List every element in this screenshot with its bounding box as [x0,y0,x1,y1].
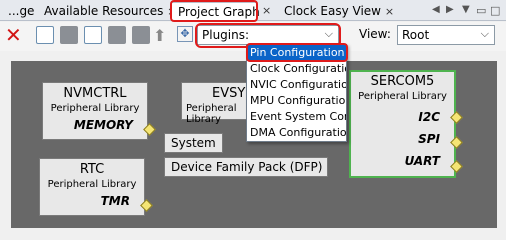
new-component-icon[interactable] [36,26,54,44]
port-label-spi: SPI [418,132,440,146]
dropdown-icon[interactable]: ▼ [462,4,470,15]
close-icon[interactable]: × [262,4,271,17]
highlight-project-graph [170,0,258,22]
port-label-i2c: I2C [418,110,440,124]
port-label: MEMORY [73,118,133,132]
delete-icon[interactable]: ✕ [5,24,22,46]
fit-view-icon[interactable]: ✥ [177,26,193,42]
menu-item-event-system-configuration[interactable]: Event System Configuration [247,109,346,125]
component-subtitle: Peripheral Library [50,103,140,114]
view-select[interactable]: Root ⌵ [397,25,495,45]
tab-overflow[interactable]: ...ge [2,2,40,21]
component-nvmctrl[interactable]: NVMCTRL Peripheral Library MEMORY [42,82,148,140]
menu-item-clock-configuration[interactable]: Clock Configuration [247,61,346,77]
port-label-uart: UART [404,154,440,168]
component-name: RTC [79,162,105,177]
component-rtc[interactable]: RTC Peripheral Library TMR [39,158,145,216]
component-icon[interactable] [60,26,78,44]
component-dfp[interactable]: Device Family Pack (DFP) [164,157,328,177]
tab-available-resources[interactable]: Available Resources × [38,2,176,21]
chevron-down-icon: ⌵ [480,27,489,40]
port-label: TMR [100,194,130,208]
component-name: NVMCTRL [63,86,127,101]
window-controls: ◀ ▶ ▼ ▭ □ [432,4,502,18]
component-system[interactable]: System [164,133,223,153]
remove-component-icon[interactable] [108,26,126,44]
up-arrow-icon[interactable]: ⬆ [153,26,166,45]
component-subtitle: Peripheral Library [47,179,137,190]
view-label: View: [359,27,391,41]
component-sercom5[interactable]: SERCOM5 Peripheral Library I2C SPI UART [349,70,456,178]
scroll-left-icon[interactable]: ◀ [432,4,440,15]
scroll-right-icon[interactable]: ▶ [446,4,454,15]
minimize-icon[interactable]: ▭ [476,4,486,17]
tab-label: Available Resources [44,4,164,18]
menu-item-mpu-configuration[interactable]: MPU Configuration [247,93,346,109]
tab-label: ...ge [8,4,35,18]
tab-strip: ...ge Available Resources × Project Grap… [0,0,506,22]
tab-label: Clock Easy View [284,4,381,18]
add-component-icon[interactable] [84,26,102,44]
component-name: SERCOM5 [370,74,435,89]
menu-item-nvic-configuration[interactable]: NVIC Configuration [247,77,346,93]
component-subtitle: Peripheral Library [358,91,447,102]
menu-item-dma-configuration[interactable]: DMA Configuration [247,125,346,141]
tab-clock-easy-view[interactable]: Clock Easy View × [278,2,396,21]
maximize-icon[interactable]: □ [490,4,500,17]
group-icon[interactable] [132,26,150,44]
view-select-value: Root [402,28,430,42]
close-icon[interactable]: × [385,5,394,18]
highlight-pin-configuration [246,43,348,62]
